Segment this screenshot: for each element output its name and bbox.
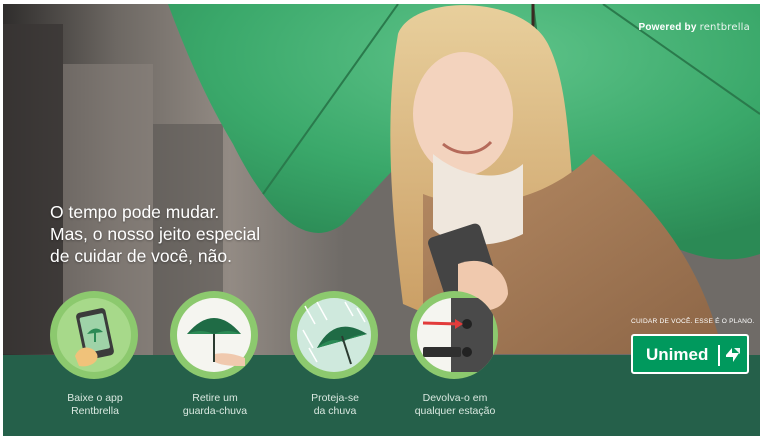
step-3-line-1: Proteja-se	[311, 392, 359, 404]
unimed-wordmark: Unimed	[646, 345, 709, 364]
headline-line-1: O tempo pode mudar.	[50, 202, 220, 222]
headline: O tempo pode mudar. Mas, o nosso jeito e…	[50, 201, 260, 267]
step-take-umbrella: Retire um guarda-chuva	[160, 392, 270, 418]
step-protect-rain: Proteja-se da chuva	[280, 392, 390, 418]
rentbrella-brand: rentbrella	[699, 22, 750, 33]
step-download-app: Baixe o app Rentbrella	[40, 392, 150, 418]
unimed-logo-divider	[718, 345, 720, 366]
step-return-station: Devolva-o em qualquer estação	[400, 392, 510, 418]
powered-by-prefix: Powered by	[638, 22, 697, 33]
step-1-line-1: Baixe o app	[67, 392, 123, 404]
step-2-line-1: Retire um	[192, 392, 238, 404]
step-4-line-1: Devolva-o em	[422, 392, 488, 404]
step-1-line-2: Rentbrella	[71, 405, 119, 417]
rain-umbrella-icon	[290, 291, 378, 379]
powered-by-label: Powered by rentbrella	[638, 22, 750, 33]
headline-line-3: de cuidar de você, não.	[50, 246, 232, 266]
promo-banner: Powered by rentbrella O tempo pode mudar…	[3, 4, 760, 436]
unimed-logo: Unimed	[631, 334, 749, 374]
phone-umbrella-icon	[50, 291, 138, 379]
hand-umbrella-icon	[170, 291, 258, 379]
step-4-line-2: qualquer estação	[414, 405, 496, 417]
brand-tagline: CUIDAR DE VOCÊ. ESSE É O PLANO.	[631, 318, 755, 325]
return-station-icon	[410, 291, 498, 379]
headline-line-2: Mas, o nosso jeito especial	[50, 224, 261, 244]
unimed-logo-icon	[726, 348, 740, 362]
step-3-line-2: da chuva	[313, 405, 357, 417]
step-2-line-2: guarda-chuva	[182, 405, 248, 417]
